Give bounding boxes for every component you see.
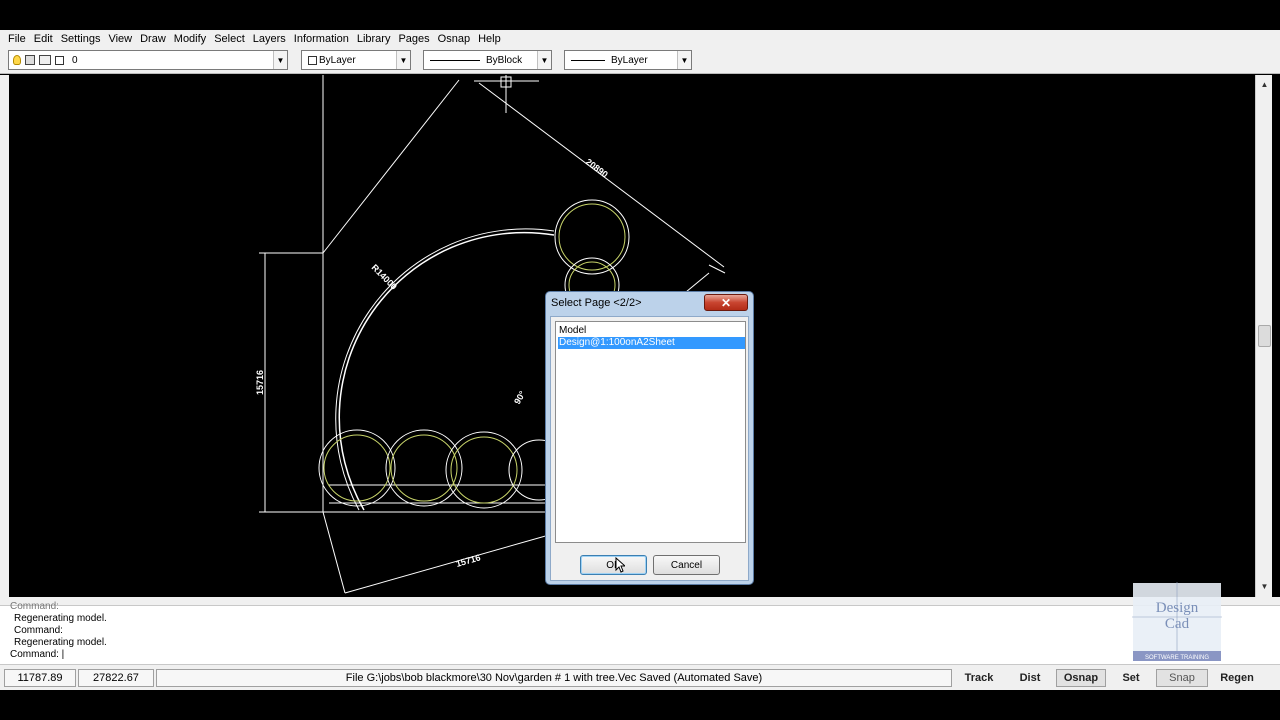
select-page-dialog: Select Page <2/2> ✕ Model Design@1:100on… [545, 291, 754, 585]
file-status: File G:\jobs\bob blackmore\30 Nov\garden… [156, 669, 952, 687]
menu-help[interactable]: Help [474, 33, 505, 45]
tree-symbol [318, 429, 396, 507]
command-line: Command: [14, 625, 63, 636]
command-line: Command: [10, 601, 59, 612]
lineweight-select[interactable]: ByLayer ▼ [564, 50, 692, 70]
regen-button[interactable]: Regen [1212, 669, 1262, 687]
dim-label-bottom: 15716 [455, 552, 482, 569]
linetype-sample [430, 59, 480, 61]
dim-line-bottom [344, 534, 550, 594]
lineweight-sample [571, 59, 605, 61]
arc-path-inner [335, 228, 555, 511]
dist-button[interactable]: Dist [1008, 669, 1052, 687]
vertical-scrollbar[interactable]: ▲ ▼ [1255, 75, 1272, 597]
menu-view[interactable]: View [104, 33, 136, 45]
properties-toolbar: 0 ▼ ByLayer ▼ ByBlock ▼ ByLayer ▼ [0, 47, 1280, 74]
wall-line-diagonal [322, 79, 460, 254]
menu-modify[interactable]: Modify [170, 33, 210, 45]
chevron-down-icon[interactable]: ▼ [537, 51, 551, 69]
menu-bar: File Edit Settings View Draw Modify Sele… [0, 30, 1280, 47]
page-list[interactable]: Model Design@1:100onA2Sheet [555, 321, 746, 543]
dim-label-radius: R14000 [370, 262, 399, 291]
menu-library[interactable]: Library [353, 33, 395, 45]
bottom-border [0, 690, 1280, 720]
coord-x: 11787.89 [4, 669, 76, 687]
scroll-up-icon[interactable]: ▲ [1257, 77, 1272, 92]
top-border [0, 0, 1280, 30]
dim-label-top: 20890 [584, 157, 610, 180]
ok-button[interactable]: OK [580, 555, 647, 575]
command-line: Regenerating model. [14, 613, 107, 624]
chevron-down-icon[interactable]: ▼ [396, 51, 410, 69]
menu-information[interactable]: Information [290, 33, 353, 45]
menu-settings[interactable]: Settings [57, 33, 105, 45]
logo-tagline: SOFTWARE TRAINING [1145, 655, 1209, 661]
set-button[interactable]: Set [1110, 669, 1152, 687]
lock-icon[interactable] [25, 55, 35, 65]
dialog-title: Select Page <2/2> [551, 297, 642, 309]
left-frame [0, 75, 9, 597]
tree-symbol [554, 199, 630, 275]
scroll-thumb[interactable] [1258, 325, 1271, 347]
lightbulb-icon[interactable] [13, 55, 21, 65]
command-history[interactable]: Command: Regenerating model. Command: Re… [0, 601, 1280, 664]
menu-osnap[interactable]: Osnap [434, 33, 474, 45]
canvas-bottom-frame [0, 597, 1280, 605]
command-prompt[interactable]: Command: | [10, 649, 64, 660]
linetype-select[interactable]: ByBlock ▼ [423, 50, 552, 70]
layer-color-icon [55, 55, 64, 65]
lineweight-value: ByLayer [611, 54, 648, 66]
cancel-button[interactable]: Cancel [653, 555, 720, 575]
scroll-down-icon[interactable]: ▼ [1257, 579, 1272, 594]
menu-draw[interactable]: Draw [136, 33, 170, 45]
mouse-cursor-icon [615, 557, 625, 573]
menu-file[interactable]: File [4, 33, 30, 45]
dim-label-angle: 90° [512, 389, 528, 406]
command-line: Regenerating model. [14, 637, 107, 648]
status-bar: 11787.89 27822.67 File G:\jobs\bob black… [0, 664, 1280, 690]
osnap-button[interactable]: Osnap [1056, 669, 1106, 687]
tree-canopy [450, 436, 518, 504]
dialog-body: Model Design@1:100onA2Sheet OK Cancel [550, 316, 749, 581]
coord-y: 27822.67 [78, 669, 154, 687]
menu-select[interactable]: Select [210, 33, 249, 45]
tree-canopy [390, 434, 458, 502]
chevron-down-icon[interactable]: ▼ [677, 51, 691, 69]
color-value: ByLayer [319, 54, 356, 66]
chevron-down-icon[interactable]: ▼ [273, 51, 287, 69]
dim-label-left: 15716 [255, 370, 265, 395]
tree-canopy [323, 434, 391, 502]
list-item-design-page[interactable]: Design@1:100onA2Sheet [558, 337, 745, 349]
list-item-model[interactable]: Model [558, 325, 745, 337]
close-button[interactable]: ✕ [704, 294, 748, 311]
linetype-value: ByBlock [486, 54, 523, 66]
printer-icon[interactable] [39, 55, 51, 65]
layer-name: 0 [72, 54, 78, 66]
logo-text-line1: Design [1156, 600, 1199, 616]
track-button[interactable]: Track [956, 669, 1002, 687]
designcad-logo: Design Cad SOFTWARE TRAINING [1132, 582, 1222, 661]
tree-canopy [558, 203, 626, 271]
menu-pages[interactable]: Pages [394, 33, 433, 45]
color-select[interactable]: ByLayer ▼ [301, 50, 411, 70]
layer-select[interactable]: 0 ▼ [8, 50, 288, 70]
menu-edit[interactable]: Edit [30, 33, 57, 45]
snap-button[interactable]: Snap [1156, 669, 1208, 687]
dim-ext-bottom-left [322, 511, 346, 594]
logo-text-line2: Cad [1165, 616, 1190, 632]
color-swatch-icon [308, 55, 317, 65]
menu-layers[interactable]: Layers [249, 33, 290, 45]
